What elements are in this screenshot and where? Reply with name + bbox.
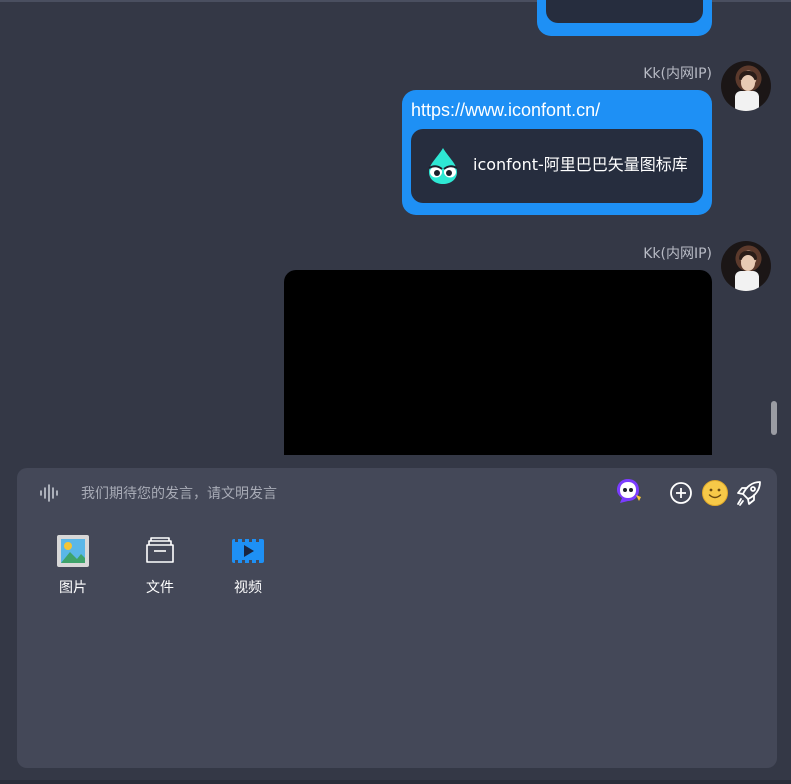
previous-message-card[interactable]	[546, 0, 703, 23]
iconfont-logo-icon	[428, 148, 458, 184]
image-icon	[57, 535, 89, 567]
link-url[interactable]: https://www.iconfont.cn/	[411, 100, 600, 121]
add-circle-icon[interactable]	[669, 481, 693, 505]
tool-file[interactable]: 文件	[132, 534, 188, 597]
tool-image-label: 图片	[59, 580, 87, 596]
message-sender: Kk(内网IP)	[643, 66, 712, 82]
tool-file-label: 文件	[146, 580, 174, 596]
link-card-title: iconfont-阿里巴巴矢量图标库	[473, 155, 688, 174]
tool-image[interactable]: 图片	[45, 534, 101, 597]
chat-messages[interactable]: Kk(内网IP) https://www.iconfont.cn/ iconfo…	[0, 0, 791, 455]
previous-message-bubble[interactable]	[537, 0, 712, 36]
emoji-icon[interactable]	[701, 479, 729, 507]
link-message-bubble[interactable]: https://www.iconfont.cn/ iconfont-阿里巴巴矢量…	[402, 90, 712, 215]
file-icon	[146, 537, 174, 563]
link-preview-card[interactable]: iconfont-阿里巴巴矢量图标库	[411, 129, 703, 203]
avatar[interactable]	[721, 61, 771, 111]
input-panel: 我们期待您的发言，请文明发言 图片 文件 视频	[17, 468, 777, 768]
rocket-send-icon[interactable]	[735, 479, 763, 507]
robot-assistant-icon[interactable]	[614, 477, 642, 505]
message-sender: Kk(内网IP)	[643, 246, 712, 262]
tool-video[interactable]: 视频	[220, 534, 276, 597]
message-input[interactable]: 我们期待您的发言，请文明发言	[81, 483, 277, 503]
voice-wave-icon[interactable]	[39, 484, 59, 502]
tool-video-label: 视频	[234, 580, 262, 596]
chat-scrollbar[interactable]	[771, 401, 777, 435]
avatar[interactable]	[721, 241, 771, 291]
video-icon	[232, 539, 264, 563]
bottom-border	[0, 780, 791, 784]
video-message[interactable]	[284, 270, 712, 455]
